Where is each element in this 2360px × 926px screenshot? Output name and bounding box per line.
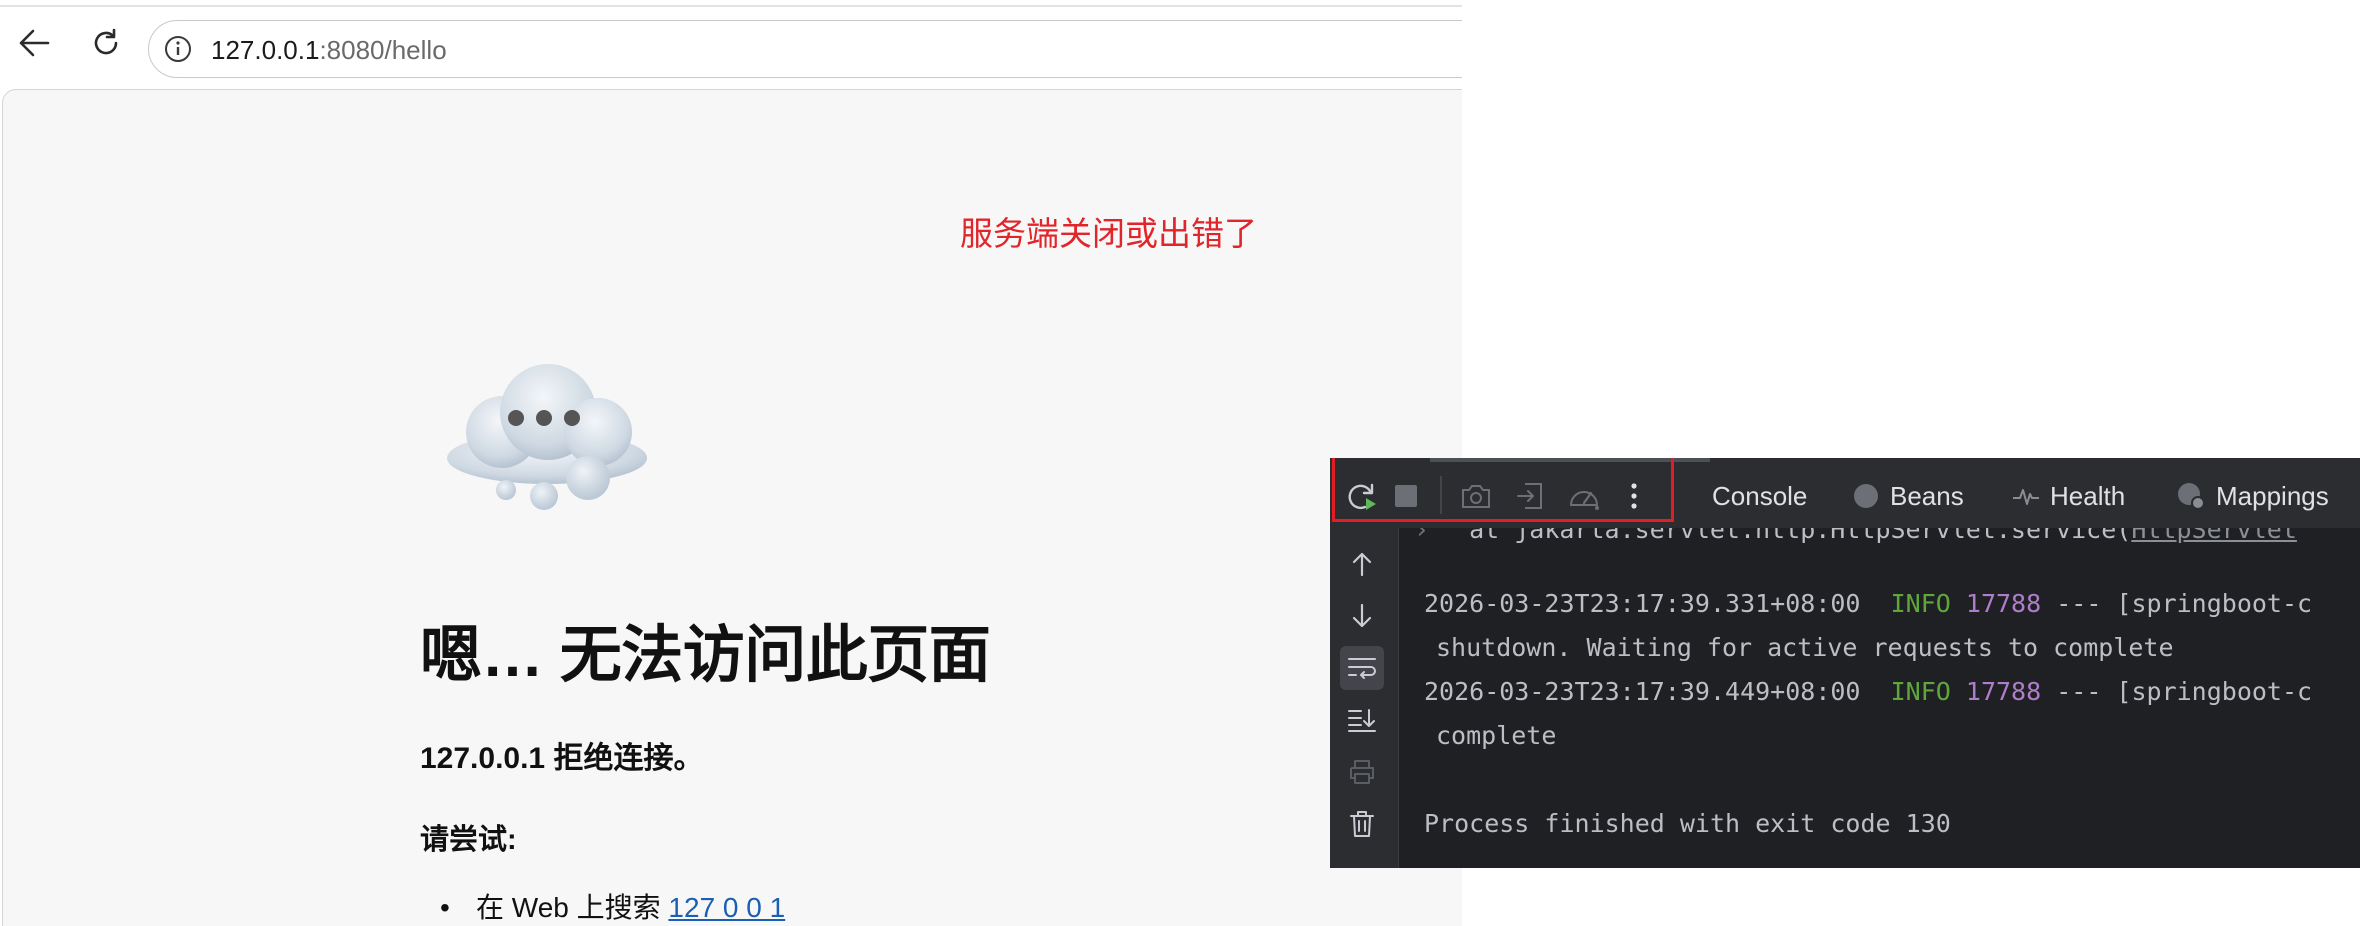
console-line: shutdown. Waiting for active requests to… [1436,633,2174,662]
tab-console-label: Console [1712,480,1808,511]
tab-strip-edge [0,0,1462,7]
stacktrace-link[interactable]: HttpServlet [2131,528,2297,544]
tab-mappings-label: Mappings [2216,480,2329,511]
fold-marker: › [1414,528,1430,544]
reload-icon [94,28,118,55]
run-toolbar: Console Beans Health Mappings [1330,458,2360,528]
tab-health[interactable]: Health [2012,476,2125,516]
browser-window: 127.0.0.1:8080/hello 服务端关闭或出错了 嗯… 无法访问此页… [0,0,1462,926]
trash-icon [1350,811,1374,837]
scroll-to-end-icon [1348,709,1376,732]
back-button[interactable] [14,23,54,63]
console-line: 2026-03-23T23:17:39.449+08:00 INFO 17788… [1424,676,2312,708]
console-side-toolbar [1330,528,1399,868]
try-label: 请尝试: [420,824,517,856]
tab-beans-label: Beans [1890,480,1964,511]
log-thread: --- [springboot-c [2056,677,2313,706]
bean-icon [1852,482,1880,510]
exit-button[interactable] [1512,478,1548,514]
exit-icon [1517,483,1542,509]
arrow-left-icon [19,29,50,57]
reload-button[interactable] [86,23,126,63]
scroll-down-button[interactable] [1340,594,1384,638]
toolbar-scroll-indicator [1430,458,1710,462]
ide-run-panel: Console Beans Health Mappings › at jakar… [1330,458,2360,868]
url-path: :8080/hello [319,35,447,65]
error-subtitle: 127.0.0.1 拒绝连接。 [420,742,704,775]
clear-button[interactable] [1340,802,1384,846]
bullet: • [440,892,450,923]
scroll-to-end-button[interactable] [1340,698,1384,742]
stop-icon [1395,485,1417,507]
toolbar-separator [1440,476,1442,514]
console-line: complete [1436,721,1557,750]
url-host: 127.0.0.1 [211,35,320,65]
snapshot-button[interactable] [1458,478,1494,514]
print-icon [1350,760,1374,784]
camera-icon [1462,485,1490,508]
stop-button[interactable] [1388,478,1424,514]
log-level: INFO [1890,589,1951,618]
address-bar[interactable]: 127.0.0.1:8080/hello [148,20,1462,78]
pulse-icon [2012,482,2040,510]
stacktrace-text: at jakarta.servlet.http.HttpServlet.serv… [1469,528,2132,544]
console-output[interactable]: › at jakarta.servlet.http.HttpServlet.ser… [1400,528,2360,868]
log-timestamp: 2026-03-23T23:17:39.449+08:00 [1424,677,1861,706]
tab-beans[interactable]: Beans [1852,476,1964,516]
print-button[interactable] [1340,750,1384,794]
console-line: 2026-03-23T23:17:39.331+08:00 INFO 17788… [1424,588,2312,620]
log-level: INFO [1890,677,1951,706]
tab-health-label: Health [2050,480,2126,511]
profiler-button[interactable] [1566,478,1602,514]
url-text[interactable]: 127.0.0.1:8080/hello [211,35,447,65]
mappings-icon [2176,481,2206,511]
console-line-cut: › at jakarta.servlet.http.HttpServlet.ser… [1414,528,2297,546]
browser-toolbar: 127.0.0.1:8080/hello [0,7,1462,89]
rerun-button[interactable] [1344,478,1380,514]
tab-console[interactable]: Console [1712,476,1807,516]
more-button[interactable] [1616,478,1652,514]
error-title: 嗯… 无法访问此页面 [420,621,991,690]
search-link[interactable]: 127 0 0 1 [668,892,785,923]
cloud-icon [447,364,647,510]
arrow-up-icon [1352,552,1372,577]
log-thread: --- [springboot-c [2056,589,2313,618]
log-timestamp: 2026-03-23T23:17:39.331+08:00 [1424,589,1861,618]
soft-wrap-icon [1348,658,1376,679]
tab-mappings[interactable]: Mappings [2176,476,2329,516]
info-circle-icon[interactable] [163,34,193,64]
more-vertical-icon [1631,483,1637,509]
scroll-up-button[interactable] [1340,542,1384,586]
suggestion-prefix: 在 Web 上搜索 [476,892,661,923]
log-pid: 17788 [1965,589,2042,618]
rerun-icon [1348,483,1376,510]
annotation-text: 服务端关闭或出错了 [960,215,1257,252]
gauge-icon [1569,491,1599,510]
arrow-down-icon [1352,603,1372,628]
log-pid: 17788 [1965,677,2042,706]
suggestion-item: • 在 Web 上搜索 127 0 0 1 [440,890,785,926]
exit-message: Process finished with exit code 130 [1424,809,1951,838]
soft-wrap-button[interactable] [1340,646,1384,690]
